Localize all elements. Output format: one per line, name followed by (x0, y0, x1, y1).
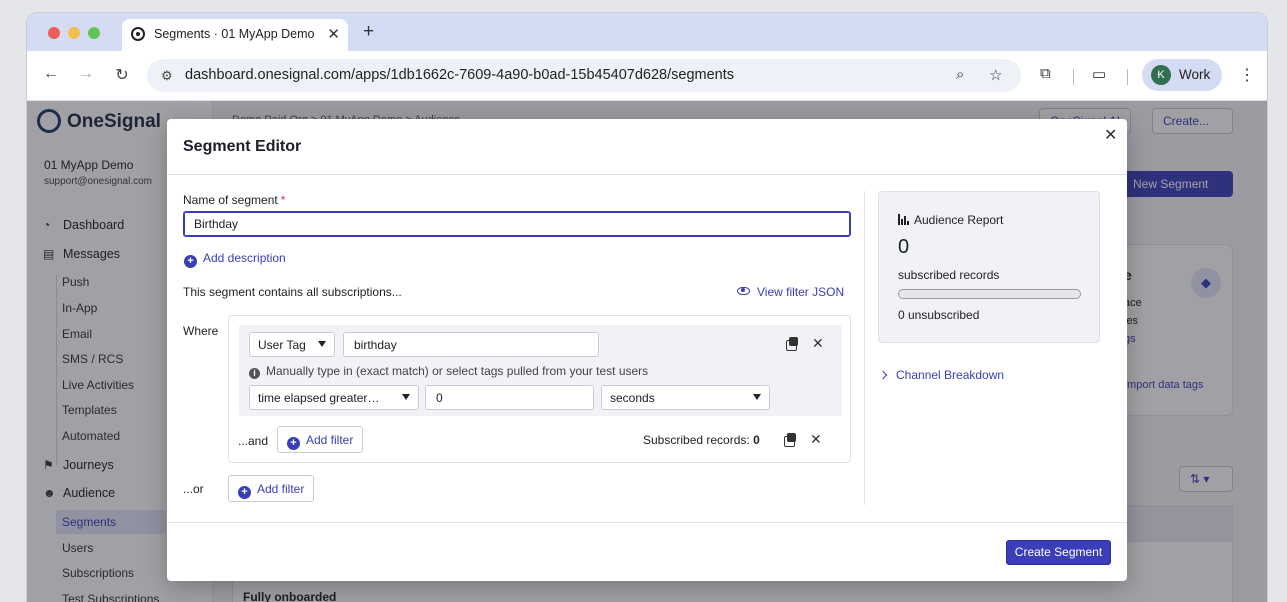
divider (167, 174, 1127, 175)
divider (167, 522, 1127, 523)
create-segment-button[interactable]: Create Segment (1006, 540, 1111, 565)
where-label: Where (183, 324, 219, 338)
subscribed-records-count: 0 (753, 433, 760, 447)
or-label: ...or (183, 482, 204, 496)
onesignal-favicon-icon (131, 27, 145, 41)
close-icon[interactable]: ✕ (1104, 125, 1117, 145)
operator-select[interactable]: time elapsed greater than (249, 385, 419, 410)
chevron-right-icon (878, 370, 888, 380)
profile-label: Work (1179, 67, 1211, 82)
segment-editor-modal: Segment Editor ✕ Name of segment* + Add d… (167, 119, 1127, 581)
caret-down-icon (318, 341, 326, 347)
subscribed-count: 0 (898, 236, 910, 258)
profile-avatar: K (1151, 65, 1171, 85)
audience-report-title: Audience Report (898, 213, 1003, 227)
view-filter-json-button[interactable]: View filter JSON (737, 285, 844, 299)
plus-circle-icon: + (238, 486, 251, 499)
forward-arrow-icon[interactable]: → (76, 65, 96, 83)
info-icon: i (249, 368, 260, 379)
subscribed-records-label: subscribed records (898, 268, 1000, 282)
subscribed-records-label: Subscribed records: (643, 433, 750, 447)
browser-toolbar: ← → ↻ ⚙ dashboard.onesignal.com/apps/1db… (27, 51, 1267, 101)
segment-name-label-text: Name of segment (183, 193, 278, 207)
remove-group-icon[interactable]: ✕ (810, 432, 822, 446)
filter-type-select[interactable]: User Tag (249, 332, 335, 357)
add-filter-label: Add filter (306, 433, 354, 447)
tab-bar: Segments · 01 MyApp Demo | OneSignal ✕ + (27, 13, 1267, 51)
divider (864, 191, 865, 505)
required-asterisk: * (280, 193, 286, 207)
reload-icon[interactable]: ↻ (112, 65, 132, 85)
site-settings-icon[interactable]: ⚙ (161, 68, 173, 84)
filter-row: User Tag birthday ✕ i Manually type in (e… (239, 325, 842, 416)
time-unit-select[interactable]: seconds (601, 385, 770, 410)
segment-name-input[interactable] (183, 211, 851, 237)
duplicate-group-icon[interactable] (784, 433, 797, 447)
close-window-button[interactable] (48, 27, 60, 39)
plus-circle-icon: + (287, 437, 300, 450)
cast-search-icon[interactable]: ▭ (1092, 65, 1106, 83)
view-filter-json-label: View filter JSON (757, 285, 845, 299)
channel-breakdown-label: Channel Breakdown (896, 368, 1005, 382)
and-label: ...and (238, 434, 269, 448)
filter-type-value: User Tag (258, 338, 306, 352)
plus-circle-icon: + (184, 255, 197, 268)
modal-title: Segment Editor (183, 138, 302, 155)
tag-hint: i Manually type in (exact match) or selec… (249, 364, 648, 379)
filter-subscribed-records: Subscribed records: 0 (643, 433, 760, 447)
address-bar[interactable]: ⚙ dashboard.onesignal.com/apps/1db1662c-… (147, 59, 1021, 92)
add-description-label: Add description (203, 251, 286, 265)
caret-down-icon (402, 394, 410, 400)
add-or-filter-button[interactable]: + Add filter (228, 475, 315, 502)
channel-breakdown-toggle[interactable]: Channel Breakdown (878, 368, 1005, 382)
tab-title: Segments · 01 MyApp Demo | OneSignal (154, 27, 314, 41)
eye-icon (737, 287, 750, 295)
tag-hint-text: Manually type in (exact match) or select… (266, 364, 649, 378)
subscribed-progress-bar (898, 289, 1081, 299)
zoom-icon[interactable]: ⌕ (956, 66, 964, 83)
new-tab-icon[interactable]: + (363, 21, 374, 43)
caret-down-icon (753, 394, 761, 400)
maximize-window-button[interactable] (88, 27, 100, 39)
browser-menu-icon[interactable]: ⋮ (1239, 65, 1255, 85)
add-filter-label: Add filter (257, 482, 305, 496)
operator-value: time elapsed greater than (258, 391, 382, 405)
add-and-filter-button[interactable]: + Add filter (277, 426, 364, 453)
profile-button[interactable]: K Work (1142, 59, 1222, 91)
filter-block: User Tag birthday ✕ i Manually type in (e… (228, 315, 851, 463)
time-amount-input[interactable]: 0 (425, 385, 594, 410)
toolbar-divider (1127, 69, 1128, 85)
duplicate-icon[interactable] (786, 337, 799, 351)
audience-report-panel: Audience Report 0 subscribed records 0 u… (878, 191, 1100, 343)
bookmark-star-icon[interactable]: ☆ (989, 66, 1002, 84)
tab-close-icon[interactable]: ✕ (327, 25, 340, 43)
audience-report-title-text: Audience Report (914, 213, 1004, 227)
segment-name-label: Name of segment * (183, 193, 285, 207)
unsubscribed-count: 0 unsubscribed (898, 308, 980, 322)
time-unit-value: seconds (610, 391, 655, 405)
remove-filter-icon[interactable]: ✕ (812, 336, 824, 350)
url-text[interactable]: dashboard.onesignal.com/apps/1db1662c-76… (185, 67, 734, 83)
minimize-window-button[interactable] (68, 27, 80, 39)
extensions-icon[interactable]: ⧉ (1040, 65, 1051, 82)
contains-text: This segment contains all subscriptions.… (183, 285, 402, 299)
browser-tab[interactable]: Segments · 01 MyApp Demo | OneSignal ✕ (122, 19, 348, 51)
toolbar-divider (1073, 69, 1074, 85)
add-description-button[interactable]: + Add description (184, 251, 286, 268)
back-arrow-icon[interactable]: ← (41, 65, 61, 83)
bar-chart-icon (898, 214, 910, 225)
tag-key-input[interactable]: birthday (343, 332, 599, 357)
